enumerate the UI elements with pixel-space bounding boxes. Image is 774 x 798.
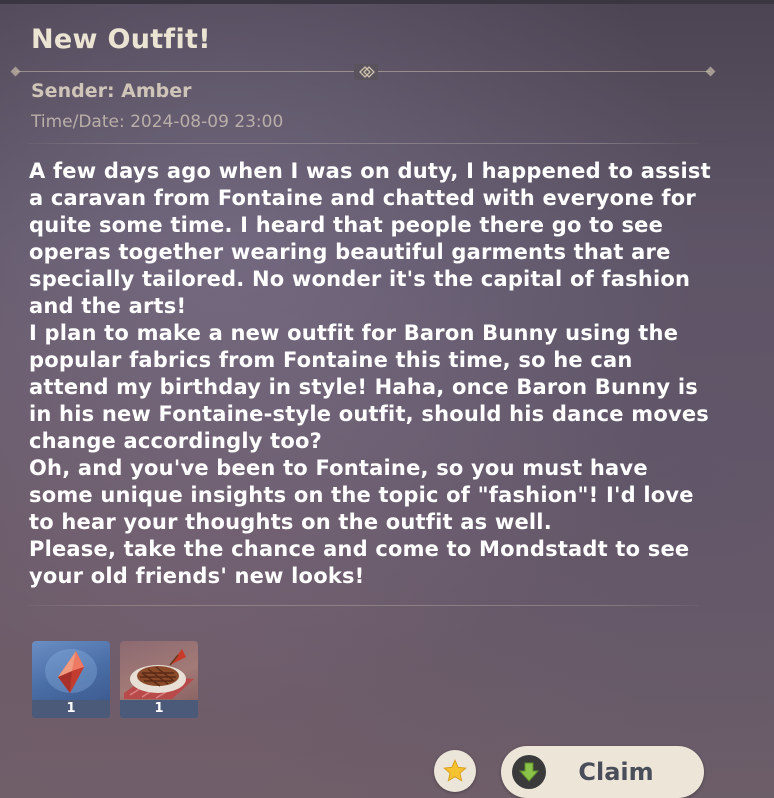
attachment-item[interactable]: 1: [120, 641, 198, 718]
attachment-count: 1: [32, 700, 110, 718]
mail-paragraph: Oh, and you've been to Fontaine, so you …: [29, 456, 694, 534]
red-crystal-icon: [45, 649, 97, 693]
mail-body: A few days ago when I was on duty, I hap…: [29, 158, 719, 590]
grilled-steak-dish-icon: [124, 649, 194, 699]
mail-paragraph: I plan to make a new outfit for Baron Bu…: [29, 321, 709, 453]
attachment-count: 1: [120, 700, 198, 718]
star-icon: [443, 759, 467, 782]
title-divider: [10, 64, 716, 80]
body-separator: [27, 605, 699, 606]
mail-paragraph: Please, take the chance and come to Mond…: [29, 537, 690, 588]
mail-paragraph: A few days ago when I was on duty, I hap…: [29, 159, 711, 318]
divider-ornament-icon: [354, 64, 378, 80]
mail-sender: Sender: Amber: [31, 80, 192, 102]
header-separator: [27, 143, 699, 144]
top-border: [0, 0, 774, 4]
claim-label: Claim: [578, 758, 654, 786]
attachment-item[interactable]: 1: [32, 641, 110, 718]
mail-datetime: Time/Date: 2024-08-09 23:00: [31, 112, 284, 132]
download-arrow-icon: [512, 755, 546, 789]
claim-button[interactable]: Claim: [501, 746, 704, 798]
mail-title: New Outfit!: [31, 24, 211, 55]
favorite-button[interactable]: [434, 750, 476, 792]
